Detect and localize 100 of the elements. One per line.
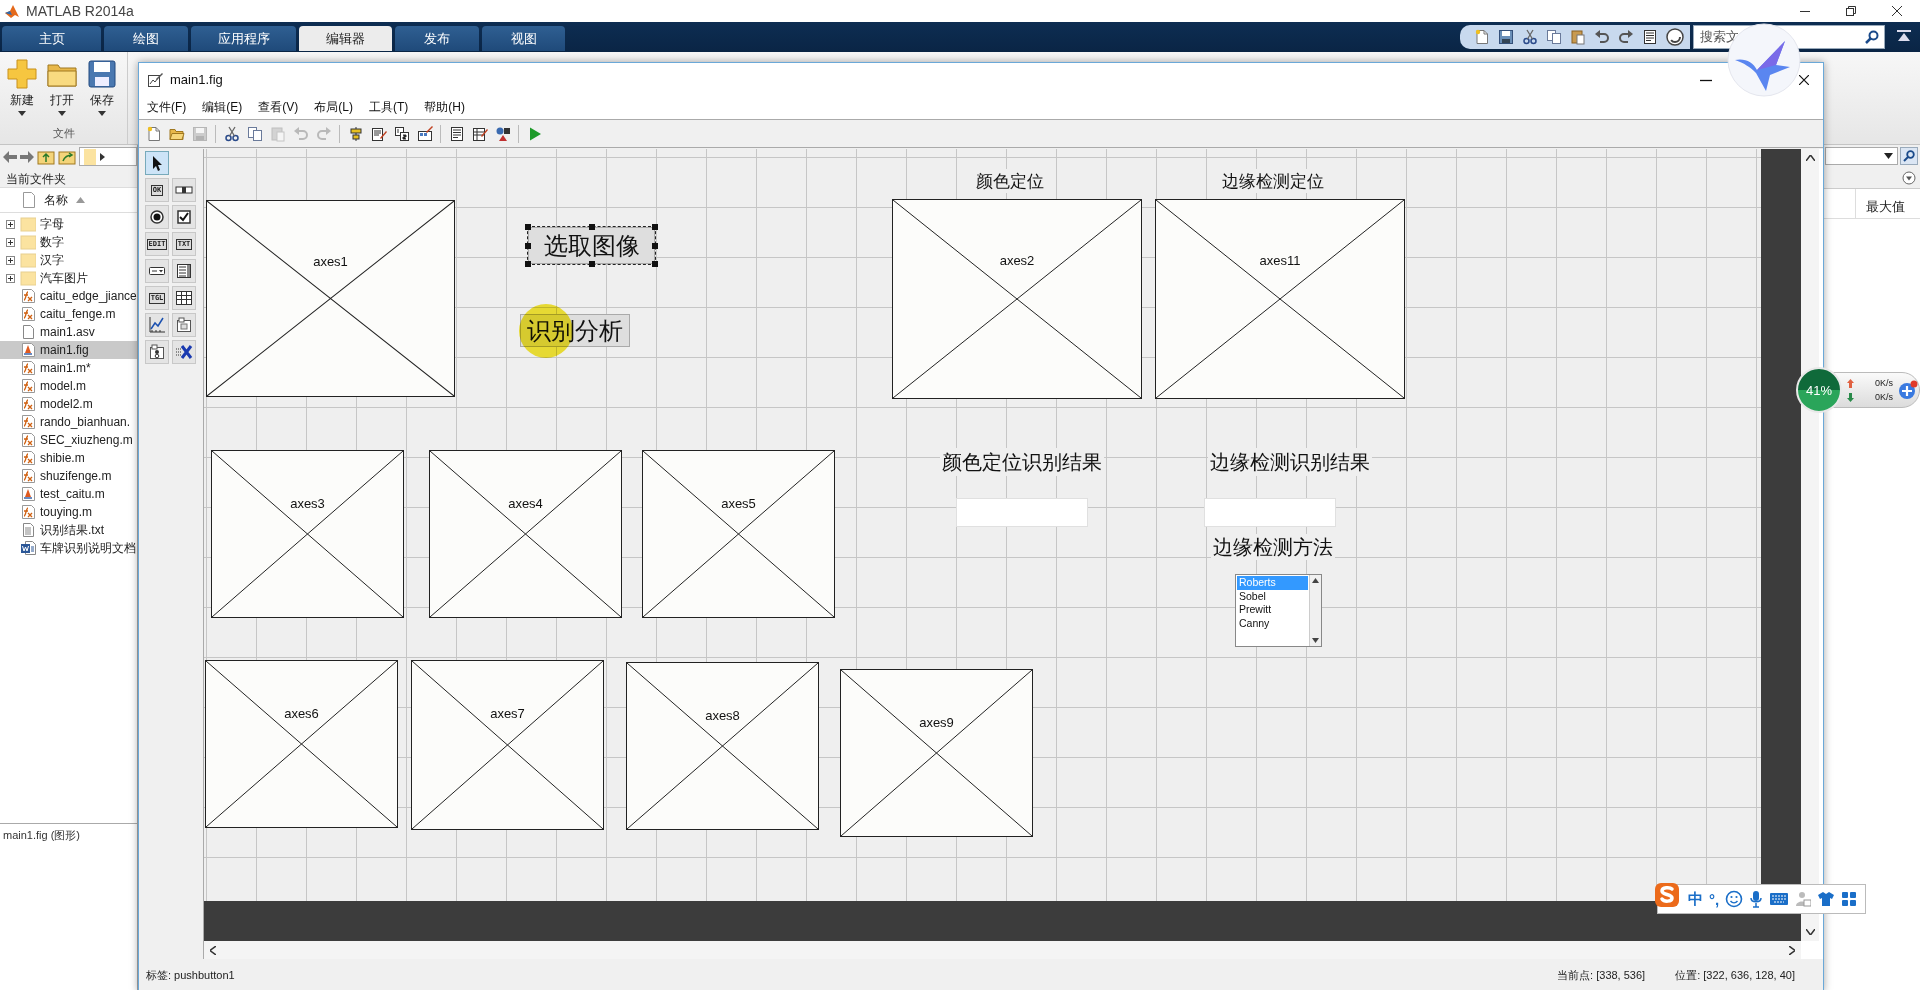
resize-handle[interactable] bbox=[588, 224, 595, 230]
file-row[interactable]: shuzifenge.m bbox=[0, 467, 137, 485]
axes-placeholder[interactable]: axes9 bbox=[840, 669, 1033, 837]
tool-button[interactable] bbox=[145, 205, 169, 229]
file-row[interactable]: test_caitu.m bbox=[0, 485, 137, 503]
axes-placeholder[interactable]: axes11 bbox=[1155, 199, 1405, 399]
save-icon[interactable] bbox=[1498, 28, 1514, 45]
tool-button[interactable] bbox=[145, 151, 169, 175]
file-row[interactable]: 字母 bbox=[0, 215, 137, 233]
redo-arrow-icon[interactable] bbox=[1618, 28, 1634, 45]
expand-icon[interactable] bbox=[5, 219, 15, 229]
axes-placeholder[interactable]: axes1 bbox=[206, 200, 455, 397]
axes-placeholder[interactable]: axes5 bbox=[642, 450, 835, 618]
shirt-icon[interactable] bbox=[1817, 891, 1836, 907]
file-row[interactable]: 汽车图片 bbox=[0, 269, 137, 287]
scrollbar[interactable] bbox=[1309, 575, 1321, 646]
up-folder-icon[interactable] bbox=[37, 148, 55, 165]
axes-placeholder[interactable]: axes4 bbox=[429, 450, 622, 618]
file-row[interactable]: main1.m* bbox=[0, 359, 137, 377]
undo-arrow-icon[interactable] bbox=[1594, 28, 1610, 45]
scissors-icon[interactable] bbox=[224, 125, 240, 142]
listbox[interactable]: Roberts Sobel Prewitt Canny bbox=[1235, 574, 1322, 647]
tool-button[interactable] bbox=[145, 259, 169, 283]
ribbon-button[interactable]: 保存 bbox=[84, 58, 120, 126]
browse-folder-icon[interactable] bbox=[58, 148, 76, 165]
numbered-boxes-icon[interactable] bbox=[394, 125, 410, 142]
resize-handle[interactable] bbox=[525, 242, 531, 249]
file-row[interactable]: 车牌识别说明文档 bbox=[0, 539, 137, 557]
push-button[interactable]: 选取图像 bbox=[528, 227, 655, 264]
column-header[interactable]: 名称 bbox=[44, 191, 68, 209]
path-field[interactable] bbox=[79, 147, 137, 166]
expand-icon[interactable] bbox=[5, 237, 15, 247]
list-item[interactable]: Prewitt bbox=[1237, 603, 1308, 617]
ribbon-button[interactable]: 新建 bbox=[4, 58, 40, 126]
tool-button[interactable] bbox=[172, 286, 196, 310]
axes-placeholder[interactable]: axes8 bbox=[626, 662, 819, 830]
paste-icon[interactable] bbox=[1570, 28, 1586, 45]
tool-button[interactable] bbox=[172, 340, 196, 364]
smiley-icon[interactable] bbox=[1725, 890, 1744, 908]
expand-icon[interactable] bbox=[5, 255, 15, 265]
file-row[interactable]: caitu_fenge.m bbox=[0, 305, 137, 323]
scrollbar[interactable] bbox=[204, 941, 1801, 959]
file-row[interactable]: 数字 bbox=[0, 233, 137, 251]
axes-placeholder[interactable]: axes3 bbox=[211, 450, 404, 618]
file-row[interactable]: touying.m bbox=[0, 503, 137, 521]
file-row[interactable]: 汉字 bbox=[0, 251, 137, 269]
menu-item[interactable]: 查看(V) bbox=[250, 99, 307, 116]
ribbon-tab[interactable]: 视图 bbox=[482, 26, 565, 51]
help-icon[interactable] bbox=[1666, 27, 1684, 46]
document-lines-icon[interactable] bbox=[449, 125, 465, 142]
ribbon-tab[interactable]: 编辑器 bbox=[299, 26, 392, 51]
menu-item[interactable]: 帮助(H) bbox=[416, 99, 473, 116]
file-row[interactable]: 识别结果.txt bbox=[0, 521, 137, 539]
search-button[interactable] bbox=[1900, 147, 1918, 165]
menu-item[interactable]: 文件(F) bbox=[139, 99, 195, 116]
file-row[interactable]: caitu_edge_jiance bbox=[0, 287, 137, 305]
restore-icon[interactable] bbox=[1846, 6, 1856, 16]
expand-icon[interactable] bbox=[5, 273, 15, 283]
tool-button[interactable] bbox=[172, 259, 196, 283]
new-file-icon[interactable] bbox=[1474, 28, 1490, 45]
file-row[interactable]: shibie.m bbox=[0, 449, 137, 467]
resize-handle[interactable] bbox=[525, 261, 531, 267]
menu-item[interactable]: 布局(L) bbox=[306, 99, 361, 116]
close-icon[interactable] bbox=[1892, 6, 1902, 16]
tool-button[interactable] bbox=[145, 340, 169, 364]
document-lines-icon[interactable] bbox=[1642, 28, 1658, 45]
file-row[interactable]: main1.fig bbox=[0, 341, 137, 359]
forward-arrow-icon[interactable] bbox=[20, 150, 34, 163]
column-header[interactable]: 最大值 bbox=[1856, 189, 1905, 218]
add-icon[interactable] bbox=[1898, 380, 1918, 400]
resize-handle[interactable] bbox=[525, 224, 531, 230]
copy-icon[interactable] bbox=[1546, 28, 1562, 45]
resize-handle[interactable] bbox=[652, 242, 658, 249]
menu-item[interactable]: 编辑(E) bbox=[194, 99, 251, 116]
align-icon[interactable] bbox=[348, 125, 364, 142]
list-pencil-icon[interactable] bbox=[472, 125, 488, 142]
address-dropdown[interactable] bbox=[1825, 147, 1898, 165]
toolbar-pencil-icon[interactable] bbox=[417, 125, 433, 142]
shapes-icon[interactable] bbox=[495, 125, 511, 142]
list-item[interactable]: Sobel bbox=[1237, 589, 1308, 603]
file-row[interactable]: model2.m bbox=[0, 395, 137, 413]
text-field[interactable] bbox=[956, 498, 1088, 527]
list-item[interactable]: Canny bbox=[1237, 616, 1308, 630]
scissors-icon[interactable] bbox=[1522, 28, 1538, 45]
axes-placeholder[interactable]: axes2 bbox=[892, 199, 1142, 399]
axes-placeholder[interactable]: axes7 bbox=[411, 660, 604, 830]
resize-handle[interactable] bbox=[652, 224, 658, 230]
play-icon[interactable] bbox=[527, 125, 543, 142]
back-arrow-icon[interactable] bbox=[3, 150, 17, 163]
keyboard-icon[interactable] bbox=[1769, 892, 1790, 906]
microphone-icon[interactable] bbox=[1749, 890, 1764, 908]
resize-handle[interactable] bbox=[652, 261, 658, 267]
new-file-icon[interactable] bbox=[146, 125, 162, 142]
axes-placeholder[interactable]: axes6 bbox=[205, 660, 398, 828]
file-row[interactable]: model.m bbox=[0, 377, 137, 395]
collapse-icon[interactable] bbox=[1897, 29, 1911, 42]
file-row[interactable]: rando_bianhuan. bbox=[0, 413, 137, 431]
menu-item[interactable]: 工具(T) bbox=[361, 99, 417, 116]
ribbon-tab[interactable]: 主页 bbox=[2, 26, 101, 51]
grid-icon[interactable] bbox=[1841, 891, 1858, 907]
